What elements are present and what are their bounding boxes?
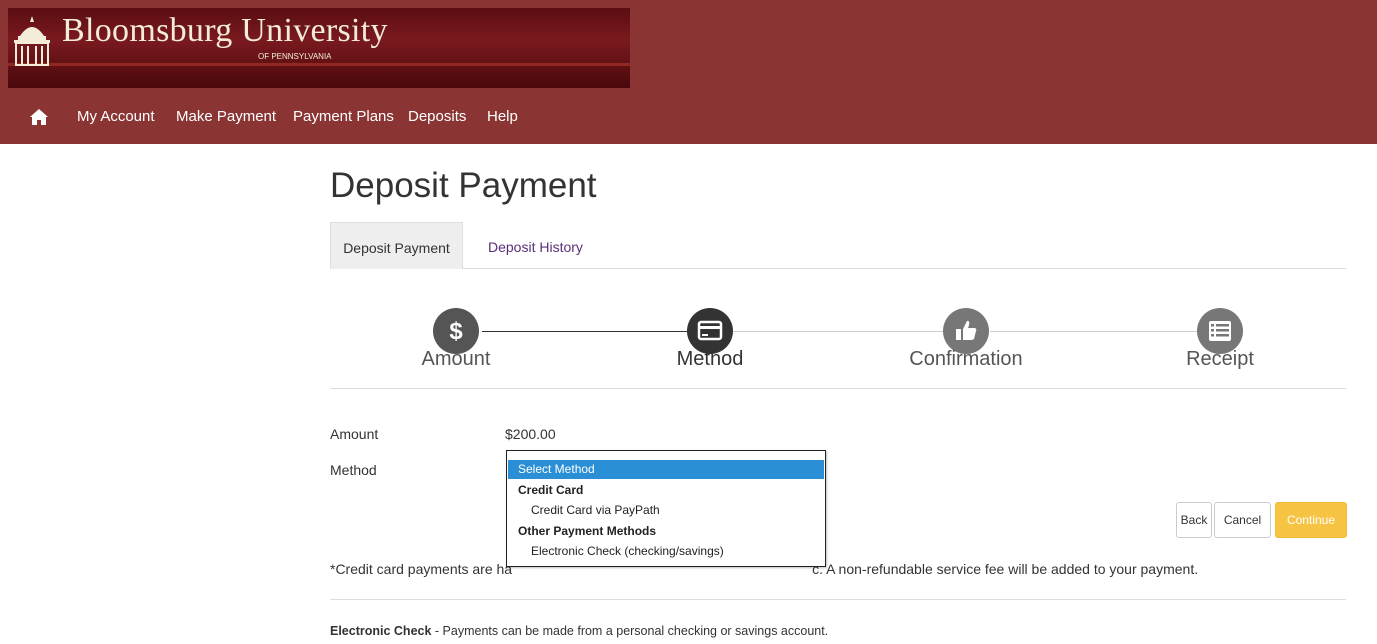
cancel-button[interactable]: Cancel <box>1214 502 1271 538</box>
progress-steps: $ Amount Method Confirmation Receipt <box>330 290 1346 389</box>
step-connector <box>482 331 687 332</box>
back-button[interactable]: Back <box>1176 502 1212 538</box>
step-method-label: Method <box>676 348 744 370</box>
nav-my-account[interactable]: My Account <box>77 108 155 125</box>
electronic-check-info: Electronic Check - Payments can be made … <box>330 624 828 638</box>
top-header: Bloomsburg University OF PENNSYLVANIA My… <box>0 0 1377 144</box>
nav-help[interactable]: Help <box>487 108 518 125</box>
page-title: Deposit Payment <box>330 166 597 205</box>
step-confirmation-label: Confirmation <box>909 348 1023 370</box>
electronic-check-title: Electronic Check <box>330 624 432 638</box>
method-dropdown-list[interactable]: Select Method Credit Card Credit Card vi… <box>506 450 826 567</box>
option-electronic-check[interactable]: Electronic Check (checking/savings) <box>508 542 824 561</box>
option-credit-card-paypath[interactable]: Credit Card via PayPath <box>508 501 824 520</box>
tab-bar: Deposit Payment Deposit History <box>330 222 1346 269</box>
amount-label: Amount <box>330 426 379 442</box>
nav-deposits[interactable]: Deposits <box>408 108 466 125</box>
tab-deposit-payment[interactable]: Deposit Payment <box>330 222 463 269</box>
divider <box>330 599 1346 600</box>
university-logo-icon <box>14 16 50 66</box>
continue-button[interactable]: Continue <box>1275 502 1347 538</box>
option-select-method[interactable]: Select Method <box>508 460 824 479</box>
university-banner[interactable]: Bloomsburg University OF PENNSYLVANIA <box>8 8 630 88</box>
home-icon[interactable] <box>29 108 49 126</box>
step-connector <box>733 331 943 332</box>
banner-stripe <box>8 63 630 66</box>
electronic-check-description: - Payments can be made from a personal c… <box>431 624 829 638</box>
optgroup-credit-card: Credit Card <box>518 483 584 497</box>
optgroup-other-payment-methods: Other Payment Methods <box>518 524 657 538</box>
university-name: Bloomsburg University <box>62 12 388 49</box>
main-nav: My Account Make Payment Payment Plans De… <box>0 88 1377 144</box>
method-label: Method <box>330 462 377 478</box>
university-subtitle: OF PENNSYLVANIA <box>258 52 332 61</box>
svg-text:$: $ <box>449 318 463 345</box>
credit-card-note-text-end: c. A non-refundable service fee will be … <box>812 561 1199 577</box>
nav-payment-plans[interactable]: Payment Plans <box>293 108 394 125</box>
credit-card-note-text: *Credit card payments are ha <box>330 561 513 577</box>
nav-make-payment[interactable]: Make Payment <box>176 108 276 125</box>
tab-deposit-history[interactable]: Deposit History <box>488 222 583 268</box>
step-connector <box>990 331 1197 332</box>
step-receipt-label: Receipt <box>1186 348 1254 370</box>
amount-value: $200.00 <box>505 426 556 442</box>
step-amount-label: Amount <box>421 348 491 370</box>
